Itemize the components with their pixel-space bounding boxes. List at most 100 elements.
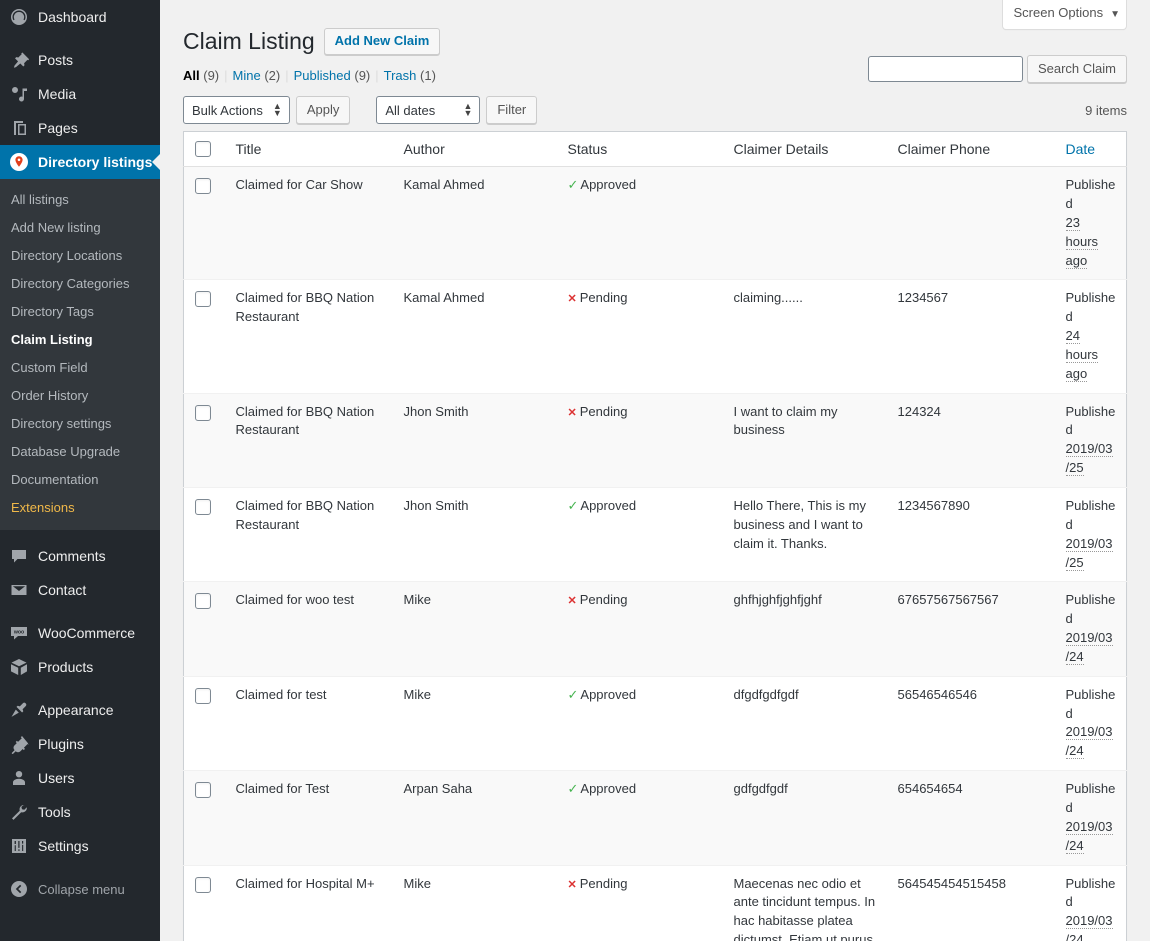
sidebar-item-contact[interactable]: Contact (0, 573, 160, 607)
search-input[interactable] (867, 56, 1023, 82)
displaying-num: 9 items (1085, 102, 1127, 118)
cell-author: Kamal Ahmed (403, 177, 485, 193)
cell-status: ✓ Approved (558, 676, 724, 770)
svg-text:woo: woo (13, 630, 24, 636)
search-box: Search Claim (867, 55, 1127, 83)
collapse-menu-label: Collapse menu (38, 881, 125, 897)
search-claim-button[interactable]: Search Claim (1026, 55, 1127, 83)
directory-listings-icon (9, 152, 29, 172)
sidebar-item-label: Directory listings (38, 154, 153, 170)
column-header-claimer-details[interactable]: Claimer Details (723, 131, 888, 168)
sidebar-item-posts[interactable]: Posts (0, 43, 160, 77)
view-published-link[interactable]: Published (294, 68, 351, 83)
row-checkbox[interactable] (195, 178, 211, 195)
view-all-count: (9) (203, 68, 220, 83)
view-published-count: (9) (354, 68, 371, 83)
chevron-down-icon: ▼ (1110, 9, 1120, 20)
sidebar-item-woocommerce[interactable]: woo WooCommerce (0, 616, 160, 650)
cell-author: Arpan Saha (403, 781, 473, 797)
submenu-item-directory-settings[interactable]: Directory settings (0, 410, 160, 438)
submenu-item-database-upgrade[interactable]: Database Upgrade (0, 438, 160, 466)
submenu-item-extensions[interactable]: Extensions (0, 494, 160, 522)
cell-title[interactable]: Claimed for Hospital M+ (226, 865, 394, 941)
select-all-checkbox[interactable] (195, 141, 211, 157)
view-all-link[interactable]: All (183, 68, 200, 83)
cell-author: Jhon Smith (403, 498, 469, 513)
cell-title[interactable]: Claimed for BBQ Nation Restaurant (226, 393, 394, 487)
sidebar-item-dashboard[interactable]: Dashboard (0, 0, 160, 34)
sidebar-item-comments[interactable]: Comments (0, 539, 160, 573)
column-header-status[interactable]: Status (557, 131, 724, 168)
sidebar-item-tools[interactable]: Tools (0, 795, 160, 829)
sidebar-item-appearance[interactable]: Appearance (0, 693, 160, 727)
submenu-item-order-history[interactable]: Order History (0, 382, 160, 410)
submenu-item-directory-tags[interactable]: Directory Tags (0, 298, 160, 326)
table-head: Title Author Status Claimer Details Clai… (183, 131, 1127, 168)
check-icon: ✓ (567, 781, 579, 797)
screen-options-button[interactable]: Screen Options ▼ (1002, 0, 1127, 30)
submenu-item-documentation[interactable]: Documentation (0, 466, 160, 494)
cell-claimer-details: claiming...... (733, 290, 803, 306)
status-badge: ✓ Approved (568, 177, 637, 192)
status-label: Pending (579, 875, 628, 891)
cell-title[interactable]: Claimed for BBQ Nation Restaurant (226, 280, 394, 393)
sidebar-item-label: Contact (38, 582, 87, 598)
column-header-title[interactable]: Title (225, 131, 394, 168)
sidebar-item-label: Dashboard (38, 9, 107, 25)
sidebar-item-plugins[interactable]: Plugins (0, 727, 160, 761)
view-mine-link[interactable]: Mine (233, 68, 261, 83)
submenu-item-custom-field[interactable]: Custom Field (0, 354, 160, 382)
filter-button[interactable]: Filter (486, 96, 538, 124)
sidebar-item-users[interactable]: Users (0, 761, 160, 795)
column-header-date[interactable]: Date (1055, 131, 1127, 168)
cell-title[interactable]: Claimed for Car Show (226, 167, 394, 280)
submenu-item-directory-categories[interactable]: Directory Categories (0, 270, 160, 298)
cross-icon: ✕ (567, 595, 577, 608)
collapse-menu-button[interactable]: Collapse menu (0, 872, 160, 906)
row-checkbox[interactable] (195, 593, 211, 610)
sidebar-item-products[interactable]: Products (0, 650, 160, 684)
sidebar-item-pages[interactable]: Pages (0, 111, 160, 145)
cell-claimer-phone: 654654654 (897, 781, 963, 797)
submenu-item-add-new-listing[interactable]: Add New listing (0, 214, 160, 242)
status-label: Approved (580, 177, 637, 193)
date-when: 2019/03/24 (1065, 818, 1113, 854)
sidebar-item-label: WooCommerce (38, 625, 135, 641)
cell-title[interactable]: Claimed for test (226, 676, 394, 770)
row-checkbox[interactable] (195, 499, 211, 515)
row-select-cell (184, 488, 226, 582)
submenu-item-all-listings[interactable]: All listings (0, 186, 160, 214)
bulk-actions-select[interactable]: Bulk Actions ▲ ▼ (183, 96, 290, 124)
sort-by-date-link[interactable]: Date (1066, 141, 1096, 157)
bulk-actions-group: Bulk Actions ▲ ▼ Apply All dates ▲ ▼ Filte… (183, 96, 538, 124)
cell-title[interactable]: Claimed for BBQ Nation Restaurant (226, 488, 394, 582)
date-filter-select[interactable]: All dates ▲ ▼ (376, 96, 481, 124)
submenu-item-directory-locations[interactable]: Directory Locations (0, 242, 160, 270)
cell-title[interactable]: Claimed for Test (226, 771, 394, 865)
row-checkbox[interactable] (195, 876, 211, 893)
sidebar-item-settings[interactable]: Settings (0, 829, 160, 863)
check-icon: ✓ (567, 498, 579, 513)
cell-claimer-phone: 124324 (897, 403, 941, 419)
row-checkbox[interactable] (195, 291, 211, 308)
status-label: Pending (579, 403, 628, 419)
submenu-item-claim-listing[interactable]: Claim Listing (0, 326, 160, 354)
cross-icon: ✕ (567, 293, 577, 306)
view-trash-link[interactable]: Trash (384, 68, 417, 83)
column-header-claimer-phone[interactable]: Claimer Phone (887, 131, 1056, 168)
row-checkbox[interactable] (195, 404, 211, 421)
sidebar-item-directory-listings[interactable]: Directory listings (0, 145, 160, 179)
cell-title[interactable]: Claimed for woo test (226, 582, 394, 676)
row-checkbox[interactable] (195, 782, 211, 799)
column-header-author[interactable]: Author (393, 131, 558, 168)
row-checkbox[interactable] (195, 687, 211, 704)
apply-button[interactable]: Apply (295, 96, 351, 124)
settings-icon (9, 836, 29, 856)
check-icon: ✓ (567, 686, 579, 702)
add-new-claim-button[interactable]: Add New Claim (323, 27, 441, 55)
sidebar-item-media[interactable]: Media (0, 77, 160, 111)
